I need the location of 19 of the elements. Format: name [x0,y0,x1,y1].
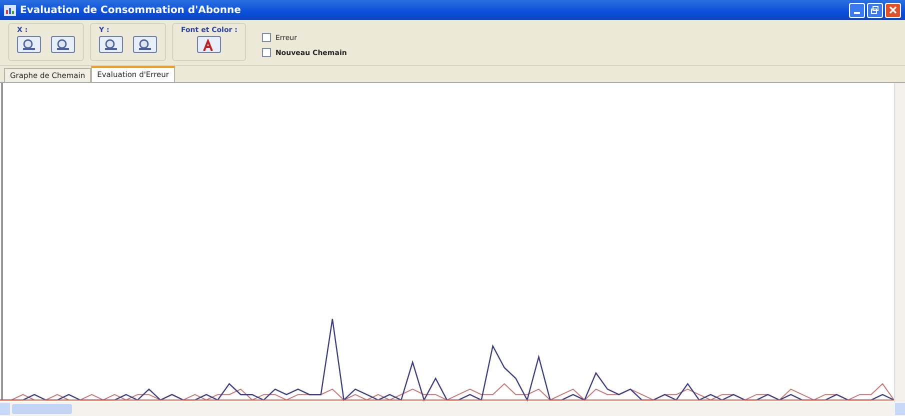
close-icon [889,6,897,14]
zoom-in-button[interactable] [17,36,41,53]
zoom-out-button[interactable] [133,36,157,53]
vertical-scrollbar[interactable] [894,83,905,402]
magnifier-icon [103,38,119,50]
horizontal-scrollbar[interactable] [0,402,905,416]
zoom-out-button[interactable] [51,36,75,53]
font-color-button[interactable] [197,36,222,53]
magnifier-icon [137,38,153,50]
close-button[interactable] [885,2,901,18]
restore-icon [871,6,879,14]
magnifier-icon [55,38,71,50]
zoom-in-button[interactable] [99,36,123,53]
minimize-button[interactable] [849,2,865,18]
scroll-thumb[interactable] [12,404,72,414]
magnifier-icon [21,38,37,50]
window-title: Evaluation de Consommation d'Abonne [20,4,241,16]
restore-button[interactable] [867,2,883,18]
app-icon [4,4,16,16]
